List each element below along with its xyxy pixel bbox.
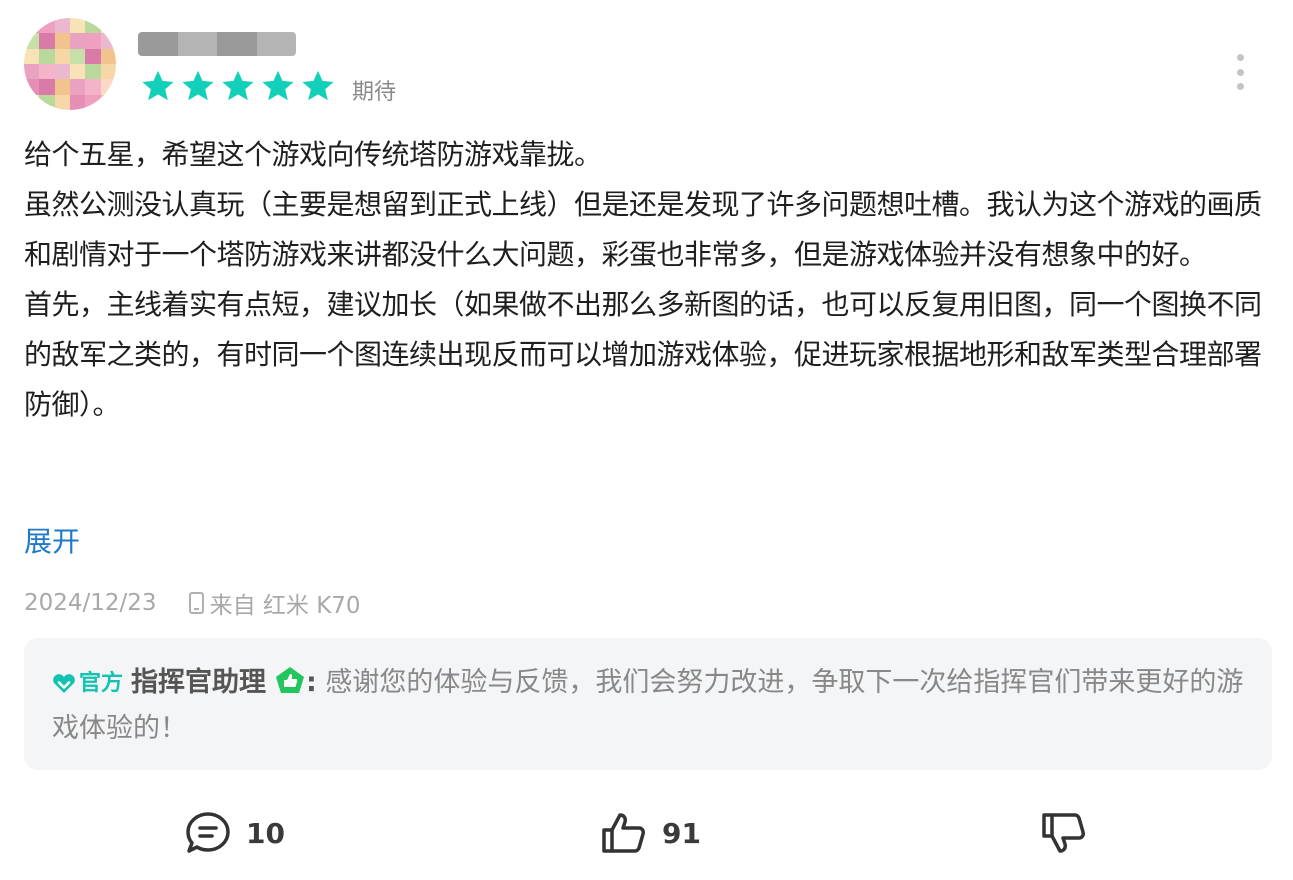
comment-icon bbox=[186, 812, 230, 853]
star-icon bbox=[262, 70, 294, 101]
like-button[interactable]: 91 bbox=[600, 810, 701, 856]
username-blurred[interactable] bbox=[138, 32, 296, 56]
thumbs-down-icon bbox=[1042, 813, 1085, 853]
avatar[interactable] bbox=[24, 18, 116, 110]
star-icon bbox=[182, 70, 214, 101]
official-badge: 官方 bbox=[52, 663, 123, 705]
star-icon bbox=[302, 70, 334, 101]
rating-label: 期待 bbox=[352, 80, 397, 105]
comment-count: 10 bbox=[246, 816, 285, 850]
star-rating bbox=[140, 68, 336, 104]
expand-link[interactable]: 展开 bbox=[24, 520, 80, 560]
phone-icon bbox=[188, 592, 204, 614]
review-paragraph: 给个五星，希望这个游戏向传统塔防游戏靠拢。 bbox=[24, 138, 602, 171]
star-icon bbox=[142, 70, 174, 101]
official-heart-icon bbox=[53, 673, 75, 693]
reply-author[interactable]: 指挥官助理 bbox=[131, 667, 266, 698]
more-icon bbox=[1236, 54, 1244, 61]
device-label: 来自 红米 K70 bbox=[209, 593, 361, 619]
review-paragraph: 首先，主线着实有点短，建议加长（如果做不出那么多新图的话，也可以反复用旧图，同一… bbox=[24, 288, 1262, 421]
more-options-button[interactable] bbox=[1226, 52, 1254, 92]
review-date: 2024/12/23 bbox=[24, 590, 157, 616]
dislike-button[interactable] bbox=[1040, 810, 1088, 856]
review-meta: 2024/12/23 来自 红米 K70 bbox=[24, 586, 361, 620]
star-icon bbox=[222, 70, 254, 101]
comment-button[interactable]: 10 bbox=[184, 810, 285, 856]
official-reply: 官方 指挥官助理 : 感谢您的体验与反馈，我们会努力改进，争取下一次给指挥官们带… bbox=[24, 638, 1272, 770]
thumbs-up-icon bbox=[602, 813, 645, 853]
review-body: 给个五星，希望这个游戏向传统塔防游戏靠拢。 虽然公测没认真玩（主要是想留到正式上… bbox=[24, 130, 1269, 430]
developer-badge-icon bbox=[274, 665, 306, 708]
review-paragraph: 虽然公测没认真玩（主要是想留到正式上线）但是还是发现了许多问题想吐槽。我认为这个… bbox=[24, 188, 1262, 271]
like-count: 91 bbox=[662, 816, 701, 850]
